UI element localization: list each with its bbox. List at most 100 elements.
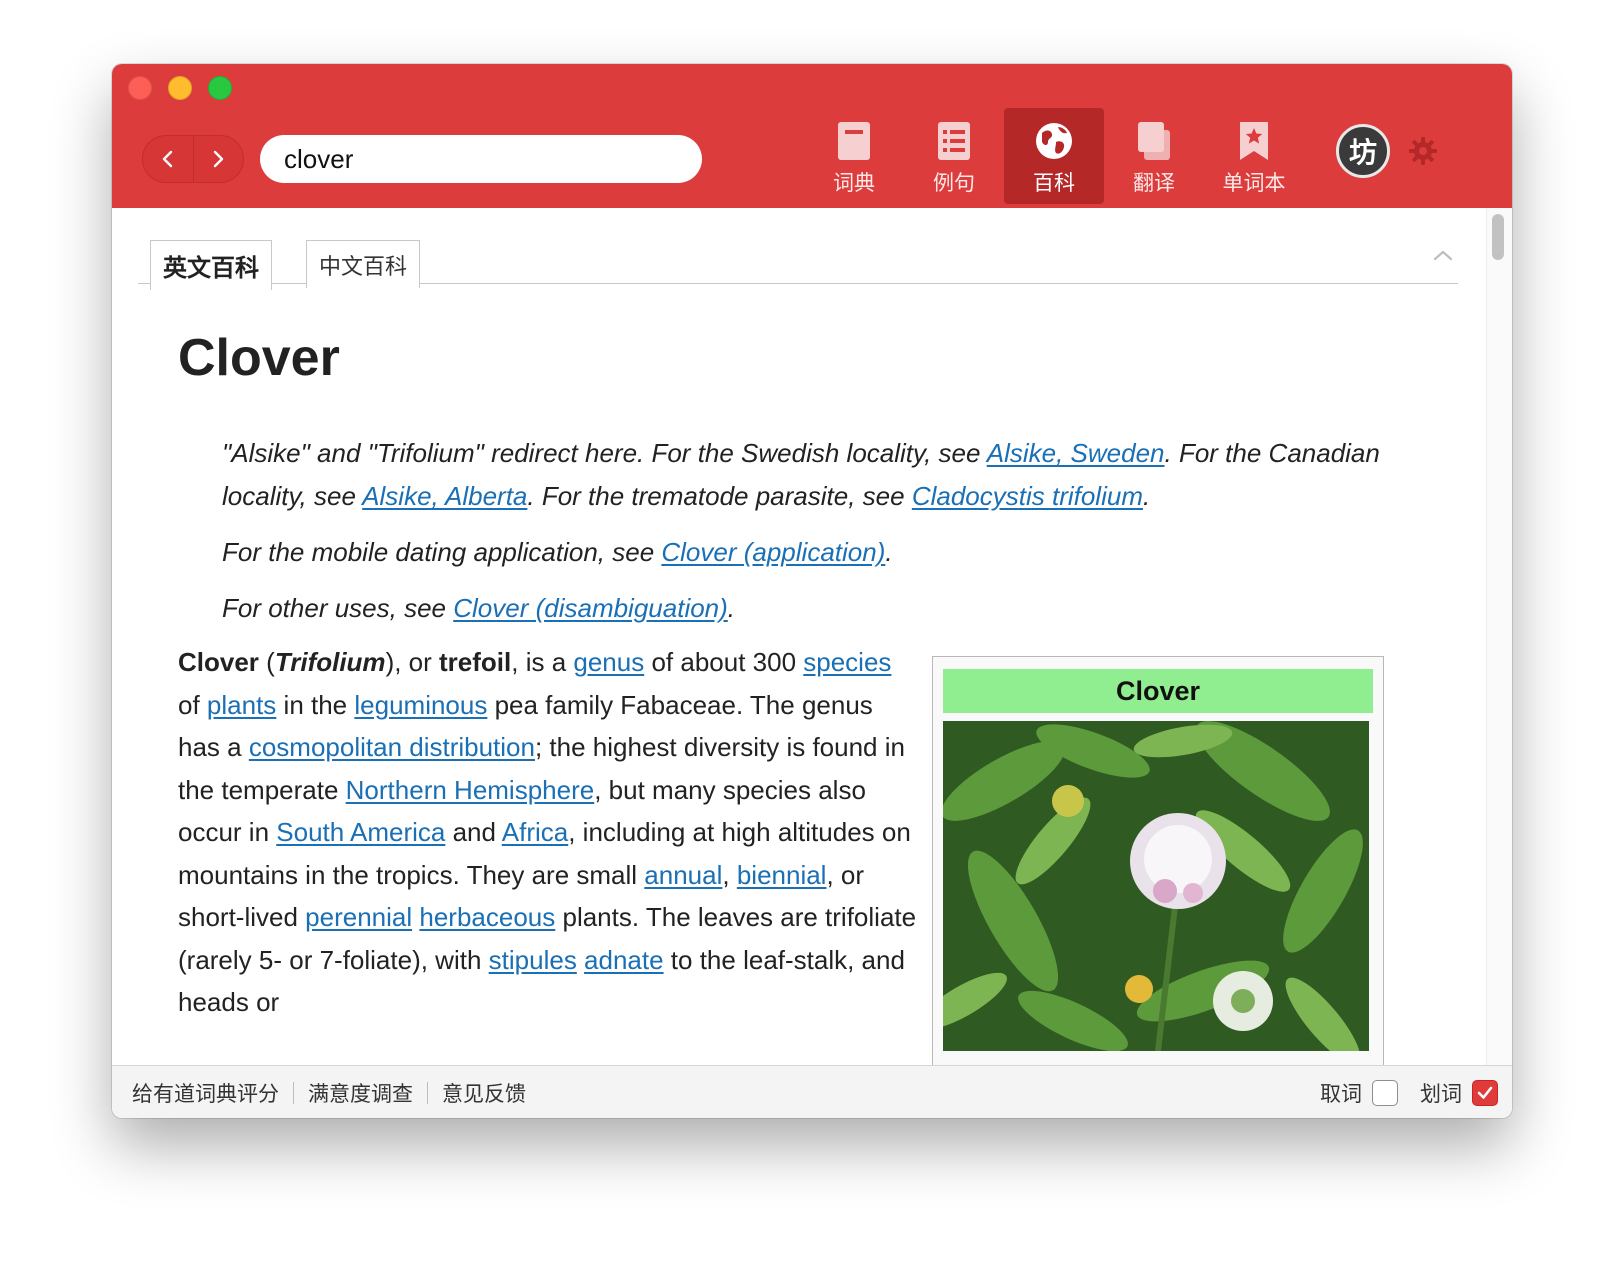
body-text: , xyxy=(722,859,737,890)
tab-label: 中文百科 xyxy=(319,254,408,280)
link-species[interactable]: species xyxy=(803,647,891,677)
bold-italic-term: Trifolium xyxy=(274,647,386,677)
bold-term: trefoil xyxy=(439,647,512,677)
link-alsike-alberta[interactable]: Alsike, Alberta xyxy=(362,481,527,511)
chevron-up-icon[interactable] xyxy=(1432,248,1454,262)
mode-label: 单词本 xyxy=(1222,171,1286,195)
infobox-title: Clover xyxy=(943,669,1373,713)
link-alsike-sweden[interactable]: Alsike, Sweden xyxy=(987,438,1165,468)
article-body: Clover (Trifolium), or trefoil, is a gen… xyxy=(178,641,918,1024)
globe-icon xyxy=(1036,123,1072,159)
chevron-left-icon xyxy=(162,150,172,168)
mode-translate[interactable]: 翻译 xyxy=(1104,108,1204,204)
link-herbaceous[interactable]: herbaceous xyxy=(419,902,555,932)
mode-tabs: 词典 例句 百科 翻译 单词本 xyxy=(804,108,1304,204)
back-button[interactable] xyxy=(143,136,193,182)
scrollbar-thumb[interactable] xyxy=(1492,214,1504,260)
link-biennial[interactable]: biennial xyxy=(737,860,827,890)
content-area: 英文百科 中文百科 Clover "Alsike" and "Trifolium… xyxy=(112,208,1512,1065)
link-cladocystis[interactable]: Cladocystis trifolium xyxy=(912,481,1143,511)
link-perennial[interactable]: perennial xyxy=(305,902,412,932)
link-genus[interactable]: genus xyxy=(573,647,644,677)
sentences-list-icon xyxy=(938,122,970,160)
hatnote-text: . xyxy=(885,537,893,567)
avatar-initial: 坊 xyxy=(1348,136,1377,169)
link-leguminous[interactable]: leguminous xyxy=(354,690,487,720)
capture-toggles: 取词 划词 xyxy=(1298,1078,1498,1108)
status-bar: 给有道词典评分 满意度调查 意见反馈 取词 划词 xyxy=(112,1065,1512,1118)
window-zoom-button[interactable] xyxy=(208,76,232,100)
forward-button[interactable] xyxy=(192,136,244,182)
toolbar: 词典 例句 百科 xyxy=(112,64,1512,208)
toggle-select-word[interactable]: 划词 xyxy=(1420,1078,1498,1108)
tab-english-encyclopedia[interactable]: 英文百科 xyxy=(150,240,272,290)
survey-link[interactable]: 满意度调查 xyxy=(308,1078,413,1108)
rate-app-link[interactable]: 给有道词典评分 xyxy=(132,1078,279,1108)
clover-plant-image xyxy=(943,721,1369,1051)
link-clover-disambiguation[interactable]: Clover (disambiguation) xyxy=(453,593,728,623)
search-input[interactable] xyxy=(260,135,702,183)
link-cosmopolitan-distribution[interactable]: cosmopolitan distribution xyxy=(249,732,535,762)
body-text: ( xyxy=(258,647,275,677)
mode-dictionary[interactable]: 词典 xyxy=(804,108,904,204)
infobox: Clover xyxy=(932,656,1384,1065)
toggle-label: 取词 xyxy=(1320,1082,1362,1106)
toggle-capture-word[interactable]: 取词 xyxy=(1320,1078,1398,1108)
link-annual[interactable]: annual xyxy=(644,860,722,890)
history-nav xyxy=(142,135,244,183)
hatnote-text: "Alsike" and "Trifolium" redirect here. … xyxy=(222,438,987,468)
hatnote: "Alsike" and "Trifolium" redirect here. … xyxy=(222,432,1438,518)
hatnote: For other uses, see Clover (disambiguati… xyxy=(222,587,1438,630)
link-northern-hemisphere[interactable]: Northern Hemisphere xyxy=(346,775,595,805)
bookmark-star-icon xyxy=(1240,122,1268,160)
article: Clover "Alsike" and "Trifolium" redirect… xyxy=(178,328,1438,643)
encyclopedia-tabs: 英文百科 中文百科 xyxy=(138,232,1458,290)
capture-word-checkbox[interactable] xyxy=(1372,1080,1398,1106)
checkmark-icon xyxy=(1477,1086,1493,1099)
body-text xyxy=(577,945,584,975)
hatnote-text: For the mobile dating application, see xyxy=(222,537,662,567)
select-word-checkbox[interactable] xyxy=(1472,1080,1498,1106)
article-title: Clover xyxy=(178,329,340,387)
hatnote-text: For other uses, see xyxy=(222,593,454,623)
avatar[interactable]: 坊 xyxy=(1336,124,1390,178)
feedback-link[interactable]: 意见反馈 xyxy=(442,1078,526,1108)
toggle-label: 划词 xyxy=(1420,1082,1462,1106)
hatnote-text: . xyxy=(1142,481,1151,511)
link-plants[interactable]: plants xyxy=(207,690,276,720)
hatnote-text: . xyxy=(727,593,736,623)
mode-label: 词典 xyxy=(833,171,875,195)
body-text: ), or xyxy=(385,647,440,677)
bold-term: Clover xyxy=(178,647,259,677)
chevron-right-icon xyxy=(214,150,224,168)
mode-label: 例句 xyxy=(933,171,975,195)
clover-photo[interactable] xyxy=(943,721,1369,1051)
link-south-america[interactable]: South America xyxy=(276,817,445,847)
divider xyxy=(427,1082,428,1104)
dictionary-icon xyxy=(838,122,870,160)
hatnote: For the mobile dating application, see C… xyxy=(222,531,1438,574)
link-stipules[interactable]: stipules xyxy=(489,945,577,975)
mode-wordbook[interactable]: 单词本 xyxy=(1204,108,1304,204)
app-window: 词典 例句 百科 xyxy=(112,64,1512,1118)
tab-chinese-encyclopedia[interactable]: 中文百科 xyxy=(306,240,421,288)
divider xyxy=(293,1082,294,1104)
link-africa[interactable]: Africa xyxy=(502,817,568,847)
window-close-button[interactable] xyxy=(128,76,152,100)
gear-icon[interactable] xyxy=(1408,136,1438,166)
body-text: in the xyxy=(276,689,355,720)
link-clover-application[interactable]: Clover (application) xyxy=(661,537,885,567)
mode-sentences[interactable]: 例句 xyxy=(904,108,1004,204)
mode-encyclopedia[interactable]: 百科 xyxy=(1004,108,1104,204)
scrollbar[interactable] xyxy=(1486,208,1512,1065)
translate-icon xyxy=(1138,122,1170,160)
hatnote-text: . For the trematode parasite, see xyxy=(527,481,912,511)
body-text: , is a xyxy=(511,647,574,677)
body-text: and xyxy=(445,817,502,847)
mode-label: 百科 xyxy=(1033,171,1075,195)
window-minimize-button[interactable] xyxy=(168,76,192,100)
mode-label: 翻译 xyxy=(1133,171,1175,195)
link-adnate[interactable]: adnate xyxy=(584,945,664,975)
tab-label: 英文百科 xyxy=(163,254,259,282)
footer-links: 给有道词典评分 满意度调查 意见反馈 xyxy=(132,1078,526,1108)
